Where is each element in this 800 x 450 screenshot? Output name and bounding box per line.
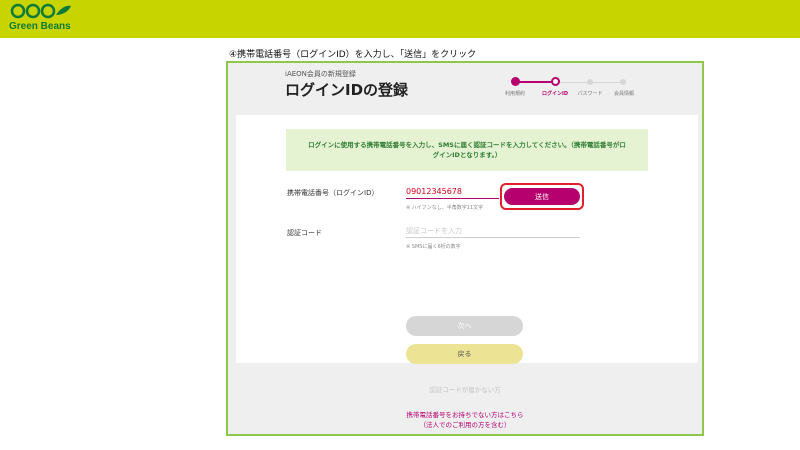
screenshot-frame: iAEON会員の新規登録 ログインIDの登録 利用規約 ログインID パスワード… (226, 61, 704, 436)
step-label-login-id: ログインID (541, 91, 569, 97)
code-label: 認証コード (287, 229, 322, 237)
no-phone-link[interactable]: 携帯電話番号をお持ちでない方はこちら （法人でのご利用の方を含む） (228, 410, 702, 430)
code-input[interactable]: 認証コードを入力 (406, 223, 580, 238)
step-label-terms: 利用規約 (504, 91, 526, 97)
notice-text: ログインに使用する携帯電話番号を入力し、SMSに届く認証コードを入力してください… (308, 141, 626, 159)
step-label-password: パスワード (577, 91, 603, 97)
send-button[interactable]: 送信 (504, 188, 580, 205)
brand-bar: Green Beans (0, 0, 800, 38)
no-code-link[interactable]: 認証コードが届かない方 (228, 384, 702, 394)
green-beans-logo[interactable]: Green Beans (9, 3, 99, 35)
step-dot-3 (587, 79, 593, 85)
no-phone-link-line2: （法人でのご利用の方を含む） (419, 421, 511, 429)
phone-hint: ※ ハイフンなし、半角数字11文字 (406, 205, 484, 211)
phone-label: 携帯電話番号（ログインID） (287, 189, 379, 197)
phone-input[interactable]: 09012345678 (406, 184, 499, 199)
code-hint: ※ SMSに届く6桁の数字 (406, 244, 461, 250)
step-dot-2 (551, 77, 560, 86)
brand-name: Green Beans (9, 21, 71, 32)
step-label-member-info: 会員情報 (613, 91, 635, 97)
progress-line-done (515, 81, 554, 83)
no-phone-link-line1: 携帯電話番号をお持ちでない方はこちら (406, 411, 524, 419)
page: Green Beans ④携帯電話番号（ログインID）を入力し、「送信」をクリッ… (0, 0, 800, 450)
back-button[interactable]: 戻る (406, 344, 523, 364)
next-button[interactable]: 次へ (406, 316, 523, 336)
notice-box: ログインに使用する携帯電話番号を入力し、SMSに届く認証コードを入力してください… (286, 129, 648, 171)
page-pre-title: iAEON会員の新規登録 (285, 70, 356, 78)
step-dot-1 (511, 77, 520, 86)
step-instruction: ④携帯電話番号（ログインID）を入力し、「送信」をクリック (229, 50, 477, 60)
page-title: ログインIDの登録 (285, 81, 409, 99)
beans-icon (10, 3, 71, 19)
step-dot-4 (620, 79, 626, 85)
